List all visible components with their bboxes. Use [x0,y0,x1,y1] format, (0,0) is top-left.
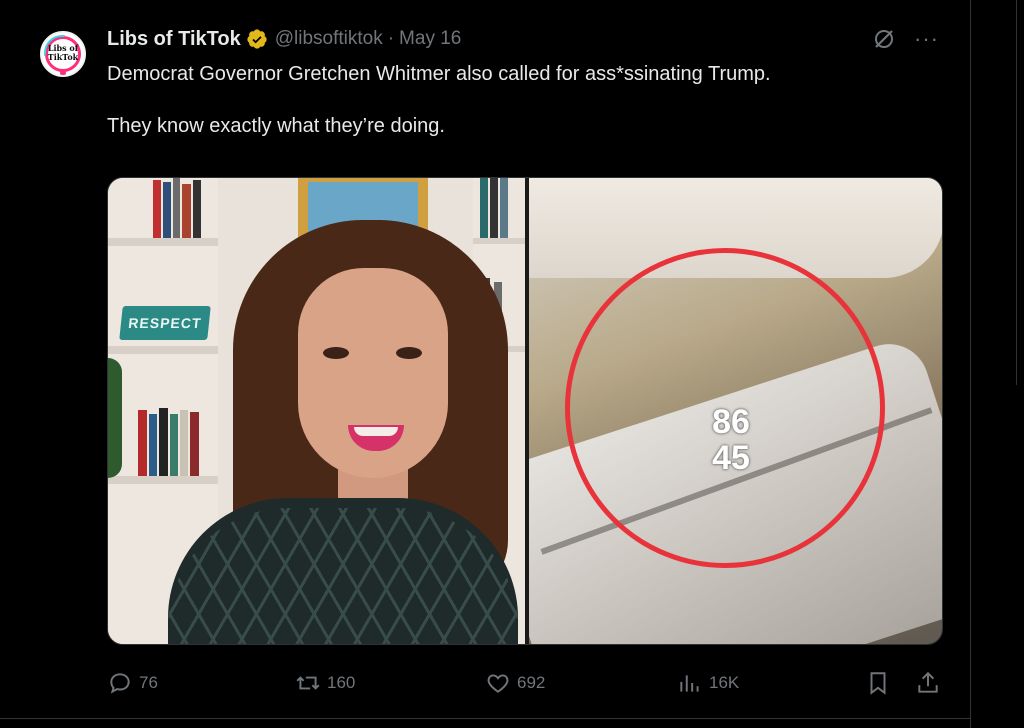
bookmark-button[interactable] [865,670,891,696]
shelf-board [108,346,218,354]
right-sidebar [972,0,1024,728]
shelf-board [108,476,218,484]
sidebar-divider [1016,0,1017,385]
repost-count: 160 [327,673,356,692]
views-icon [680,675,699,692]
like-button[interactable]: 692 [485,670,545,696]
share-icon [918,671,938,693]
views-button[interactable]: 16K [677,670,739,696]
jacket-pattern [168,508,518,644]
book [500,178,508,238]
like-icon [487,674,509,693]
book [159,408,168,476]
reply-icon [110,673,130,694]
verified-badge-icon[interactable] [246,28,268,50]
repost-icon [296,676,320,690]
shelf-board [108,238,218,246]
header-actions: ··· [872,27,939,51]
book [182,184,191,238]
avatar[interactable]: Libs of TikTok [40,31,86,77]
plant [108,358,122,478]
book [180,410,188,476]
subject-eye [323,347,349,359]
book [480,178,488,238]
media-left-panel: RESPECT [108,178,525,644]
book [170,414,178,476]
media-right-panel: 86 45 [529,178,942,644]
book [138,410,147,476]
avatar-logo-text: Libs of TikTok [47,43,79,62]
tweet-header: Libs of TikTok @libsoftiktok · May 16 [107,27,461,51]
share-button[interactable] [915,670,941,696]
more-icon[interactable]: ··· [914,28,939,50]
post-date[interactable]: May 16 [399,28,461,50]
book [163,182,171,238]
reply-button[interactable]: 76 [107,670,158,696]
tweet-text: Democrat Governor Gretchen Whitmer also … [107,63,771,137]
book [193,180,201,238]
book [173,178,180,238]
respect-sign: RESPECT [119,306,211,340]
repost-button[interactable]: 160 [295,670,355,696]
bookmark-icon [870,672,886,695]
action-bar: 76 160 692 16K [107,670,943,700]
book [190,412,199,476]
view-count: 16K [709,673,740,692]
avatar-dot [60,70,66,75]
subject-teeth [354,427,398,436]
shelf-board [473,238,525,244]
reply-count: 76 [139,673,158,692]
author-name[interactable]: Libs of TikTok [107,28,241,51]
book [149,414,157,476]
tweet-media[interactable]: RESPECT 86 45 [107,177,943,645]
author-handle[interactable]: @libsoftiktok [275,28,383,50]
tweet-card[interactable]: Libs of TikTok Libs of TikTok @libsoftik… [0,0,971,728]
like-count: 692 [517,673,546,692]
book [490,178,498,238]
bottom-divider [0,718,971,728]
book [153,180,161,238]
grok-icon[interactable] [872,27,896,51]
highlight-circle [565,248,885,568]
subject-eye [396,347,422,359]
header-separator: · [387,28,395,49]
